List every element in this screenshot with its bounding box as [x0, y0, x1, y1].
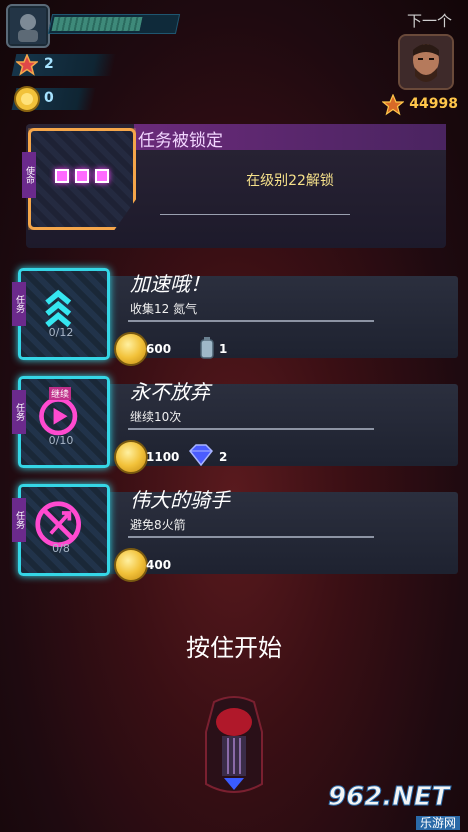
mission-desc: 收集12 氮气 — [130, 302, 198, 316]
locked-mission-ribbon: 使命 — [22, 152, 36, 198]
player-car[interactable] — [196, 692, 272, 800]
coin-reward: 1100 — [146, 450, 180, 464]
star-gem-icon — [16, 54, 38, 76]
mission-divider — [128, 536, 374, 538]
mission-card[interactable]: 任务 0/12 加速哦！ 收集12 氮气 600 1 — [12, 268, 458, 366]
item-reward: 2 — [219, 450, 228, 464]
locked-dot-icon — [75, 169, 89, 183]
player-avatar[interactable] — [6, 4, 50, 48]
coin-icon — [114, 332, 148, 366]
mission-progress: 0/8 — [52, 542, 70, 555]
mission-card[interactable]: 继续 任务 0/10 永不放弃 继续10次 1100 2 — [12, 376, 458, 474]
locked-mission-desc: 在级别22解锁 — [246, 173, 334, 189]
mission-progress: 0/10 — [48, 434, 74, 447]
no-rocket-icon — [35, 501, 81, 547]
mission-icon-frame — [18, 268, 110, 360]
mission-divider — [128, 320, 374, 322]
locked-mission-frame — [28, 128, 136, 230]
coin-icon — [114, 548, 148, 582]
mission-desc: 避免8火箭 — [130, 518, 186, 532]
coin-count: 0 — [44, 90, 54, 106]
coin-reward: 400 — [146, 558, 172, 572]
next-rival-label: 下一个 — [406, 12, 452, 30]
coin-icon — [14, 86, 40, 112]
mission-desc: 继续10次 — [130, 410, 182, 424]
mission-icon-frame — [18, 484, 110, 576]
mission-icon-frame: 继续 — [18, 376, 110, 468]
rival-star-icon — [382, 94, 404, 116]
mission-title: 加速哦！ — [130, 272, 210, 296]
rival-score: 44998 — [409, 96, 458, 112]
diamond-icon — [188, 444, 214, 466]
mission-divider — [128, 428, 374, 430]
level-progress-bar — [47, 14, 181, 34]
mission-title: 伟大的骑手 — [130, 488, 230, 512]
watermark: 962.NET 乐游网 — [328, 782, 460, 830]
start-prompt[interactable]: 按住开始 — [0, 628, 468, 663]
continue-badge: 继续 — [49, 387, 72, 400]
mission-ribbon: 任务 — [12, 390, 26, 434]
mission-progress: 0/12 — [48, 326, 74, 339]
rival-portrait-icon — [400, 36, 452, 88]
rival-avatar[interactable] — [398, 34, 454, 90]
player-portrait-icon — [10, 8, 46, 44]
locked-dot-icon — [95, 169, 109, 183]
gem-count: 2 — [44, 56, 54, 72]
mission-ribbon: 任务 — [12, 498, 26, 542]
speed-chevron-icon — [45, 289, 72, 328]
coin-icon — [114, 440, 148, 474]
nitro-canister-icon — [200, 337, 214, 359]
level-progress-fill — [51, 17, 143, 31]
mission-card[interactable]: 任务 0/8 伟大的骑手 避免8火箭 400 — [12, 484, 458, 582]
coin-reward: 600 — [146, 342, 172, 356]
locked-mission-title: 任务被锁定 — [138, 131, 223, 151]
mission-ribbon: 任务 — [12, 282, 26, 326]
watermark-number: 962.NET — [328, 782, 450, 813]
watermark-sub: 乐游网 — [415, 816, 460, 830]
mission-title: 永不放弃 — [130, 380, 210, 404]
locked-dot-icon — [55, 169, 69, 183]
item-reward: 1 — [219, 342, 228, 356]
locked-mission-divider — [160, 214, 350, 215]
